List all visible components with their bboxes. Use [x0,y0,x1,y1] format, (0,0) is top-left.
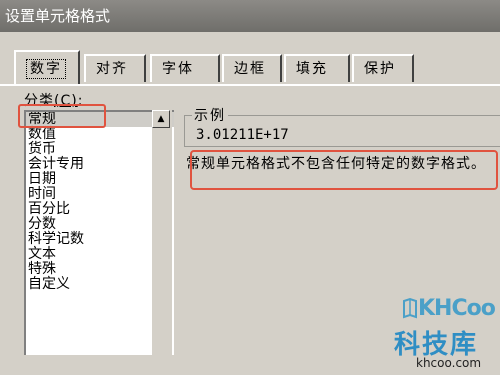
tab-strip: 数字 对齐 字体 边框 填充 保护 [0,40,500,86]
tab-alignment[interactable]: 对齐 [84,54,146,82]
tab-protection-label: 保护 [364,61,396,77]
watermark: KHCoo 科技库 khcoo.com [388,290,500,375]
tab-font[interactable]: 字体 [150,54,220,82]
book-icon [403,297,417,319]
watermark-url: khcoo.com [416,356,482,370]
tab-fill[interactable]: 填充 [284,54,350,82]
dialog-title: 设置单元格格式 [5,7,111,25]
dialog-title-bar: 设置单元格格式 [0,0,500,32]
watermark-logo-text: KHCoo [418,295,496,321]
tab-number[interactable]: 数字 [14,50,80,84]
scroll-up-icon[interactable]: ▲ [152,110,170,128]
category-list-scrollbar[interactable]: ▲ [152,110,172,355]
tab-font-label: 字体 [162,61,194,77]
sample-value: 3.01211E+17 [196,127,289,143]
sample-label: 示例 [192,105,228,125]
tab-border-label: 边框 [234,61,266,77]
watermark-logo: KHCoo [402,290,496,326]
tab-fill-label: 填充 [296,61,328,77]
tab-border[interactable]: 边框 [222,54,282,82]
tab-number-label: 数字 [26,59,66,79]
tab-alignment-label: 对齐 [96,61,128,77]
tab-divider [0,84,500,86]
tab-protection[interactable]: 保护 [352,54,414,82]
highlight-box-description [190,150,498,190]
highlight-box-category [18,104,106,128]
